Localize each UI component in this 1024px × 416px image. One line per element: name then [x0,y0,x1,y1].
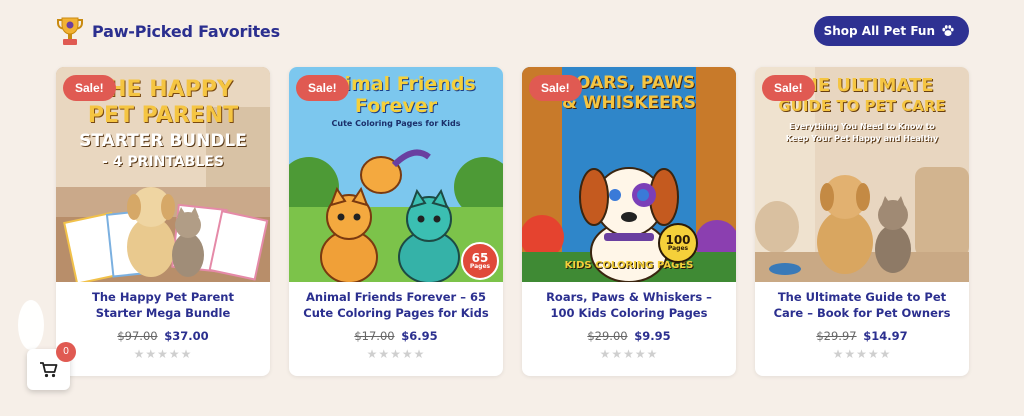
cover-subtitle: KIDS COLORING PAGES [564,260,694,271]
original-price: $97.00 [117,329,158,343]
price-row: $97.00 $37.00 [56,329,270,343]
product-name-link[interactable]: The Ultimate Guide to Pet Care – Book fo… [767,289,957,321]
original-price: $29.97 [816,329,857,343]
cover-title-line: PET PARENT [87,103,239,128]
cover-title-line: - 4 PRINTABLES [102,154,224,170]
sale-badge: Sale! [296,75,349,101]
cover-subtitle: Cute Coloring Pages for Kids [331,119,461,128]
cover-subtitle: Everything You Need to Know to [789,122,935,131]
cover-subtitle: Keep Your Pet Happy and Healthy [785,134,939,143]
star-rating: ★★★★★ [366,347,426,361]
sale-price: $37.00 [164,329,209,343]
product-card[interactable]: THE HAPPY PET PARENT STARTER BUNDLE - 4 … [56,67,270,376]
shop-all-label: Shop All Pet Fun [823,24,935,38]
product-card[interactable]: ROARS, PAWS & WHISKEERS KIDS COLORING PA… [522,67,736,376]
page-count-badge: 100 Pages [658,223,698,263]
product-name-link[interactable]: Roars, Paws & Whiskers – 100 Kids Colori… [534,289,724,321]
page-count-badge: 65 Pages [461,242,499,280]
product-card[interactable]: Animal Friends Forever Cute Coloring Pag… [289,67,503,376]
original-price: $29.00 [587,329,628,343]
star-rating: ★★★★★ [832,347,892,361]
sale-price: $14.97 [863,329,908,343]
paw-icon [942,25,954,37]
original-price: $17.00 [354,329,395,343]
star-rating: ★★★★★ [133,347,193,361]
sale-badge: Sale! [63,75,116,101]
cart-icon [39,361,57,377]
product-name-link[interactable]: Animal Friends Forever – 65 Cute Colorin… [301,289,491,321]
page-count-unit: Pages [667,245,689,252]
sale-price: $9.95 [634,329,671,343]
product-grid: THE HAPPY PET PARENT STARTER BUNDLE - 4 … [56,67,970,376]
sale-badge: Sale! [762,75,815,101]
product-name-link[interactable]: The Happy Pet Parent Starter Mega Bundle [68,289,258,321]
trophy-icon [57,17,83,45]
section-brand: Paw-Picked Favorites [56,15,280,47]
section-header: Paw-Picked Favorites Shop All Pet Fun [56,14,969,48]
section-title: Paw-Picked Favorites [92,21,280,41]
star-rating: ★★★★★ [599,347,659,361]
shop-all-button[interactable]: Shop All Pet Fun [813,16,969,46]
product-card[interactable]: THE ULTIMATE GUIDE TO PET CARE Everythin… [755,67,969,376]
side-tab [18,300,44,350]
price-row: $29.97 $14.97 [755,329,969,343]
sale-badge: Sale! [529,75,582,101]
page-count-unit: Pages [469,263,491,270]
cover-title-line: GUIDE TO PET CARE [778,97,946,115]
cover-title-line: STARTER BUNDLE [79,131,247,151]
price-row: $29.00 $9.95 [522,329,736,343]
cart-count-badge: 0 [56,342,76,362]
sale-price: $6.95 [401,329,438,343]
price-row: $17.00 $6.95 [289,329,503,343]
